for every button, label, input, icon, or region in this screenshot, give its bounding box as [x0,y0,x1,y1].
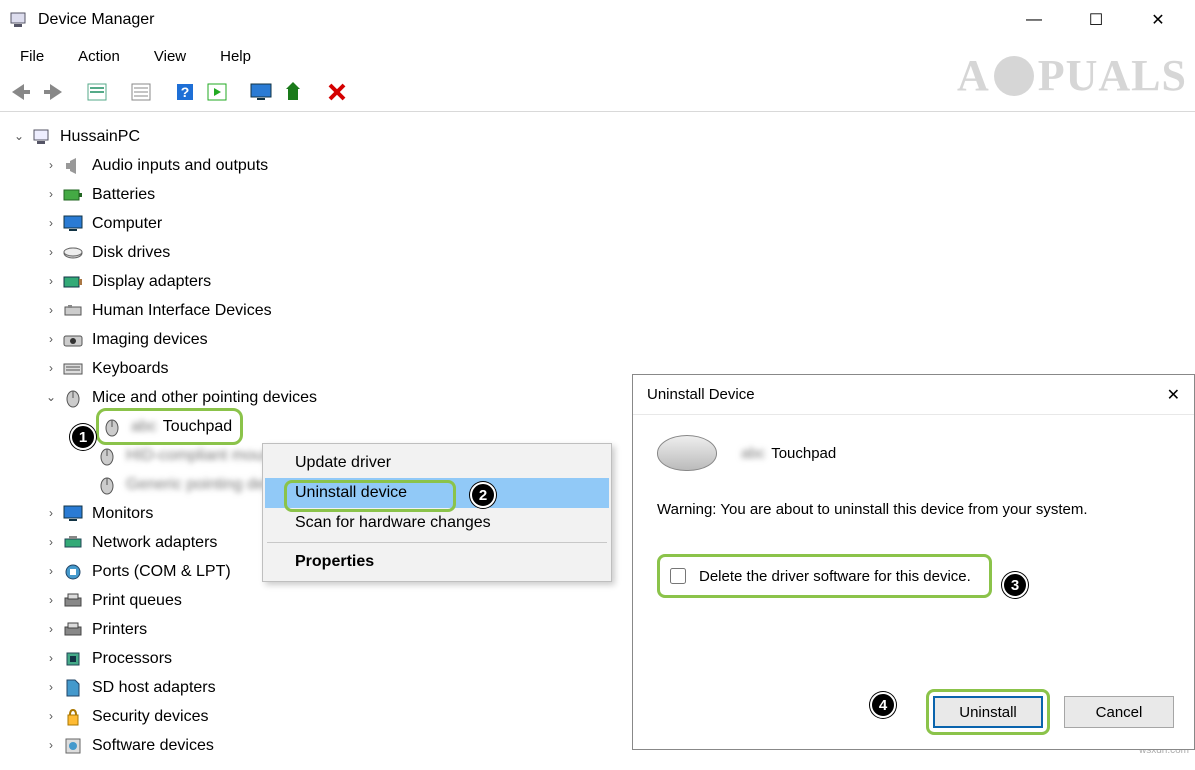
help-button[interactable]: ? [170,77,200,107]
camera-icon [62,329,84,351]
menu-properties[interactable]: Properties [265,547,609,577]
hid-icon [62,300,84,322]
forward-button[interactable] [38,77,68,107]
expander-closed-icon[interactable]: › [44,557,58,586]
back-button[interactable] [6,77,36,107]
delete-driver-checkbox-row[interactable]: Delete the driver software for this devi… [662,559,975,593]
software-icon [62,735,84,757]
properties-button[interactable] [126,77,156,107]
mouse-icon [96,445,118,467]
close-button[interactable]: ✕ [1141,10,1175,30]
expander-closed-icon[interactable]: › [44,325,58,354]
expander-closed-icon[interactable]: › [44,528,58,557]
port-icon [62,561,84,583]
expander-closed-icon[interactable]: › [44,238,58,267]
checkbox-label: Delete the driver software for this devi… [699,568,971,585]
tree-root[interactable]: ⌄ HussainPC [4,122,1191,151]
annotation-4: 4 [870,692,896,718]
sd-icon [62,677,84,699]
mouse-icon [96,474,118,496]
monitor-icon [62,503,84,525]
uninstall-dialog: Uninstall Device ✕ abcTouchpad Warning: … [632,374,1195,750]
delete-driver-checkbox[interactable] [670,568,686,584]
titlebar: Device Manager — ☐ ✕ [0,0,1195,40]
highlight-checkbox: Delete the driver software for this devi… [657,554,992,598]
scan-button[interactable] [202,77,232,107]
network-icon [62,532,84,554]
svg-text:?: ? [181,84,190,100]
expander-closed-icon[interactable]: › [44,586,58,615]
menu-update-driver[interactable]: Update driver [265,448,609,478]
dialog-close-button[interactable]: ✕ [1167,385,1180,405]
mouse-icon [62,387,84,409]
computer-icon [30,126,52,148]
battery-icon [62,184,84,206]
expander-closed-icon[interactable]: › [44,731,58,760]
app-icon [8,10,28,30]
tree-node[interactable]: ›Imaging devices [4,325,1191,354]
monitor-icon [62,213,84,235]
menu-help[interactable]: Help [206,44,265,69]
menu-view[interactable]: View [140,44,200,69]
annotation-3: 3 [1002,572,1028,598]
context-menu: Update driver Uninstall device Scan for … [262,443,612,582]
printer-icon [62,590,84,612]
display-adapter-icon [62,271,84,293]
maximize-button[interactable]: ☐ [1079,10,1113,30]
tree-node[interactable]: ›Audio inputs and outputs [4,151,1191,180]
expander-closed-icon[interactable]: › [44,180,58,209]
expander-closed-icon[interactable]: › [44,209,58,238]
expander-open-icon[interactable]: ⌄ [44,383,58,412]
menu-file[interactable]: File [6,44,58,69]
expander-closed-icon[interactable]: › [44,151,58,180]
cancel-button[interactable]: Cancel [1064,696,1174,728]
printer-icon [62,619,84,641]
tree-node[interactable]: ›Disk drives [4,238,1191,267]
expander-open-icon[interactable]: ⌄ [12,122,26,151]
tree-node[interactable]: ›Computer [4,209,1191,238]
watermark-logo-icon [994,56,1034,96]
expander-closed-icon[interactable]: › [44,702,58,731]
dialog-warning-text: Warning: You are about to uninstall this… [657,501,1170,518]
device-large-icon [657,435,717,471]
speaker-icon [62,155,84,177]
window-title: Device Manager [38,11,155,29]
expander-closed-icon[interactable]: › [44,644,58,673]
menu-scan-hardware[interactable]: Scan for hardware changes [265,508,609,538]
menu-uninstall-device[interactable]: Uninstall device [265,478,609,508]
uninstall-confirm-button[interactable]: Uninstall [933,696,1043,728]
expander-closed-icon[interactable]: › [44,296,58,325]
expander-closed-icon[interactable]: › [44,267,58,296]
mouse-icon [101,416,123,438]
monitor-button[interactable] [246,77,276,107]
disk-icon [62,242,84,264]
tree-node[interactable]: ›Display adapters [4,267,1191,296]
minimize-button[interactable]: — [1017,11,1051,29]
expander-closed-icon[interactable]: › [44,615,58,644]
show-hidden-button[interactable] [82,77,112,107]
highlight-uninstall-button: Uninstall [926,689,1050,735]
keyboard-icon [62,358,84,380]
tree-node[interactable]: ›Human Interface Devices [4,296,1191,325]
update-driver-button[interactable] [278,77,308,107]
dialog-title: Uninstall Device [647,386,755,403]
tree-node[interactable]: ›Batteries [4,180,1191,209]
menu-action[interactable]: Action [64,44,134,69]
expander-closed-icon[interactable]: › [44,354,58,383]
expander-closed-icon[interactable]: › [44,673,58,702]
annotation-1: 1 [70,424,96,450]
dialog-device-name: Touchpad [771,445,836,462]
cpu-icon [62,648,84,670]
annotation-2: 2 [470,482,496,508]
expander-closed-icon[interactable]: › [44,499,58,528]
uninstall-button-toolbar[interactable] [322,77,352,107]
security-icon [62,706,84,728]
watermark: APUALS [957,50,1187,101]
menu-separator [267,542,607,543]
